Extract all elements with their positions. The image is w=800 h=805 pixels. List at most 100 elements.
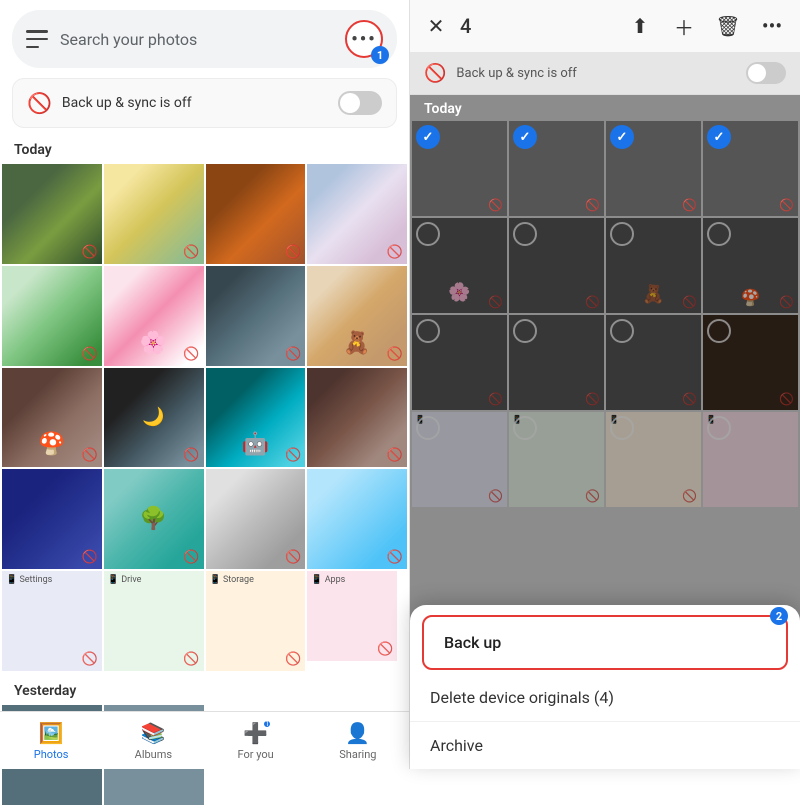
nav-albums[interactable]: 📚 Albums	[102, 712, 204, 769]
right-sync-bar: 🚫 Back up & sync is off	[410, 52, 800, 95]
nav-foryou-label: For you	[238, 748, 274, 761]
add-button[interactable]: ＋	[666, 8, 702, 44]
sync-toggle[interactable]	[338, 91, 382, 115]
no-cloud-icon: 🚫	[779, 392, 794, 406]
nav-photos[interactable]: 🖼️ Photos	[0, 712, 102, 769]
no-cloud-icon: 🚫	[387, 550, 403, 565]
check-circle[interactable]	[513, 416, 537, 440]
photo-cell[interactable]: 🚫	[104, 164, 204, 264]
right-photo-cell[interactable]: 🧸 🚫	[606, 218, 701, 313]
right-sync-text: Back up & sync is off	[456, 66, 746, 81]
right-photo-cell[interactable]: 🚫	[412, 121, 507, 216]
photo-cell[interactable]: 🚫	[307, 469, 407, 569]
nav-sharing[interactable]: 👤 Sharing	[307, 712, 409, 769]
no-cloud-icon: 🚫	[183, 652, 199, 667]
right-sync-toggle[interactable]	[746, 62, 786, 84]
photo-cell[interactable]: 🚫	[206, 164, 306, 264]
no-cloud-icon: 🚫	[183, 550, 199, 565]
photo-cell[interactable]: 🚫	[206, 469, 306, 569]
no-cloud-icon: 🚫	[27, 91, 52, 115]
photos-icon: 🖼️	[39, 721, 64, 745]
check-circle[interactable]	[416, 125, 440, 149]
right-photo-cell[interactable]: 📱 🚫	[412, 412, 507, 507]
more-options-button[interactable]: •••	[754, 8, 790, 44]
right-photo-cell[interactable]: 🚫	[703, 121, 798, 216]
right-photo-cell[interactable]: 🚫	[509, 315, 604, 410]
no-cloud-icon: 🚫	[779, 198, 794, 212]
more-menu-container: ••• 1	[345, 20, 383, 58]
sharing-icon: 👤	[345, 721, 370, 745]
archive-button[interactable]: Archive	[410, 722, 800, 769]
right-photo-cell[interactable]: 🚫	[606, 315, 701, 410]
photo-cell[interactable]: 🚫	[206, 266, 306, 366]
photo-cell[interactable]: 🚫	[2, 469, 102, 569]
screenshot-cell[interactable]: 📱 Storage 🚫	[206, 571, 306, 671]
right-photo-cell[interactable]: 🚫	[509, 218, 604, 313]
photo-cell[interactable]: 🚫	[2, 164, 102, 264]
screenshot-cell[interactable]: 📱 Drive 🚫	[104, 571, 204, 671]
right-header: ✕ 4 ⬆ ＋ 🗑 •••	[410, 0, 800, 52]
right-photo-cell[interactable]: 🚫	[606, 121, 701, 216]
search-bar: Search your photos ••• 1	[12, 10, 397, 68]
backup-button[interactable]: Back up	[422, 615, 788, 670]
right-photo-cell[interactable]: 📱 🚫	[509, 412, 604, 507]
check-circle[interactable]	[610, 222, 634, 246]
delete-button[interactable]: 🗑	[710, 8, 746, 44]
today-photo-grid: 🚫 🚫 🚫 🚫 🚫 🌸 🚫 🚫 🧸 🚫 🍄 🚫 🌙	[0, 164, 409, 569]
right-photo-cell[interactable]: 🚫	[509, 121, 604, 216]
photo-cell[interactable]: 🚫	[307, 164, 407, 264]
no-cloud-icon: 🚫	[488, 392, 503, 406]
check-circle[interactable]	[416, 222, 440, 246]
photo-cell[interactable]: 🚫	[307, 368, 407, 468]
right-photo-cell[interactable]: 🚫	[703, 315, 798, 410]
check-circle[interactable]	[610, 125, 634, 149]
share-button[interactable]: ⬆	[622, 8, 658, 44]
check-circle[interactable]	[610, 416, 634, 440]
right-photo-cell[interactable]: 🍄 🚫	[703, 218, 798, 313]
check-circle[interactable]	[610, 319, 634, 343]
no-cloud-icon: 🚫	[779, 295, 794, 309]
photo-cell[interactable]: 🧸 🚫	[307, 266, 407, 366]
right-photo-cell[interactable]: 🚫	[412, 315, 507, 410]
no-cloud-icon: 🚫	[82, 245, 98, 260]
photo-cell[interactable]: 🌳 🚫	[104, 469, 204, 569]
delete-originals-button[interactable]: Delete device originals (4)	[410, 674, 800, 722]
no-cloud-icon: 🚫	[585, 392, 600, 406]
check-circle[interactable]	[513, 125, 537, 149]
right-photo-cell[interactable]: 📱 🚫	[606, 412, 701, 507]
right-photo-cell[interactable]: 📱	[703, 412, 798, 507]
nav-foryou[interactable]: ➕ 1 For you	[205, 712, 307, 769]
no-cloud-icon: 🚫	[285, 550, 301, 565]
photo-cell[interactable]: 🍄 🚫	[2, 368, 102, 468]
right-today-label: Today	[410, 95, 800, 121]
check-circle[interactable]	[513, 222, 537, 246]
no-cloud-icon: 🚫	[585, 198, 600, 212]
nav-albums-label: Albums	[135, 748, 172, 761]
unselected-photos-row-3: 🚫 🚫 🚫 🚫	[410, 315, 800, 410]
screenshot-cell[interactable]: 📱 Apps 🚫	[307, 571, 397, 661]
photo-cell[interactable]: 🌸 🚫	[104, 266, 204, 366]
no-cloud-icon: 🚫	[488, 489, 503, 503]
photo-cell[interactable]: 🚫	[2, 266, 102, 366]
screenshot-cell[interactable]: 📱 Settings 🚫	[2, 571, 102, 671]
check-circle[interactable]	[416, 416, 440, 440]
backup-action-container: Back up 2	[410, 615, 800, 670]
unselected-photos-row-2: 🌸 🚫 🚫 🧸 🚫 🍄 🚫	[410, 218, 800, 313]
right-photo-cell[interactable]: 🌸 🚫	[412, 218, 507, 313]
foryou-badge-container: ➕ 1	[243, 721, 268, 745]
hamburger-icon[interactable]	[26, 30, 48, 48]
check-circle[interactable]	[707, 319, 731, 343]
check-circle[interactable]	[707, 222, 731, 246]
search-input-text[interactable]: Search your photos	[60, 30, 345, 49]
photo-cell[interactable]: 🤖 🚫	[206, 368, 306, 468]
close-button[interactable]: ✕	[420, 10, 452, 42]
no-cloud-icon: 🚫	[682, 295, 697, 309]
check-circle[interactable]	[707, 125, 731, 149]
no-cloud-icon: 🚫	[285, 652, 301, 667]
no-cloud-icon: 🚫	[387, 347, 403, 362]
check-circle[interactable]	[707, 416, 731, 440]
check-circle[interactable]	[513, 319, 537, 343]
check-circle[interactable]	[416, 319, 440, 343]
photo-cell[interactable]: 🌙 🚫	[104, 368, 204, 468]
yesterday-label: Yesterday	[0, 679, 409, 705]
